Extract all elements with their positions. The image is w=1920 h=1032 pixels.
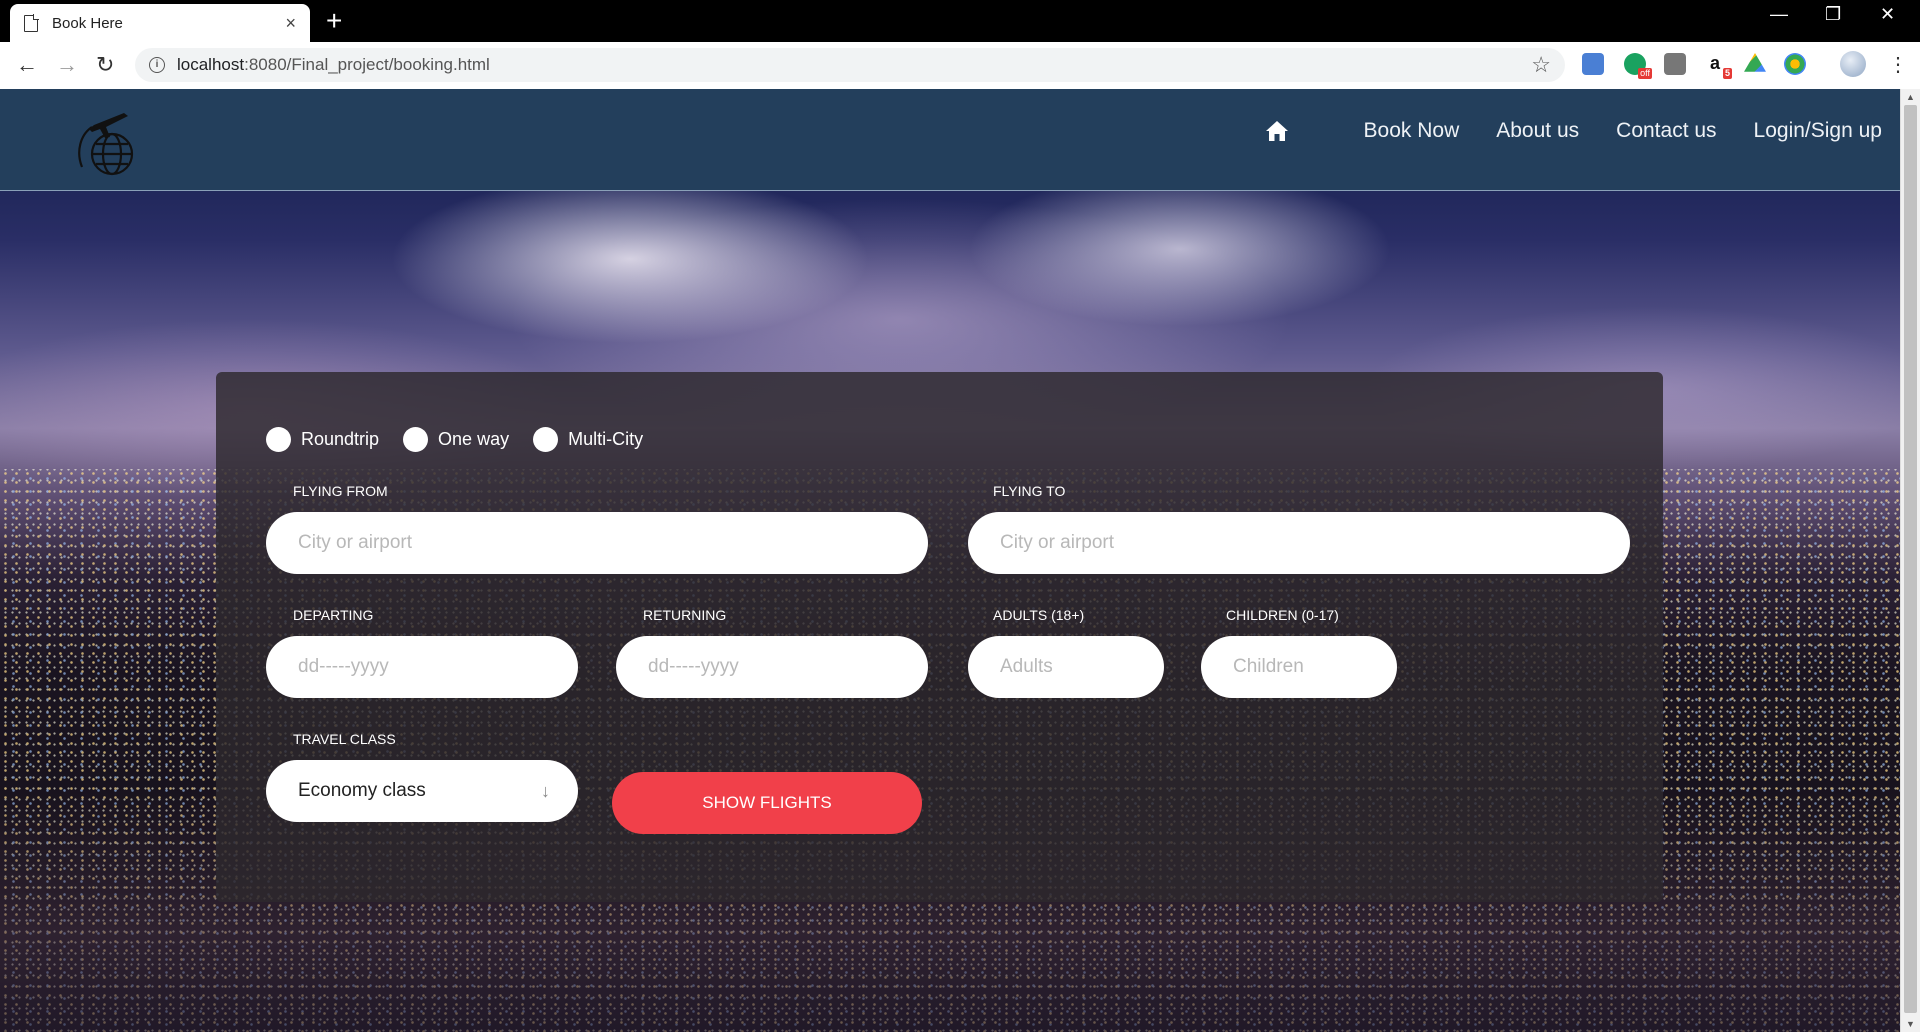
- drive-extension-icon[interactable]: [1744, 53, 1766, 72]
- photos-extension-icon[interactable]: [1784, 53, 1806, 75]
- home-icon[interactable]: [1265, 120, 1289, 142]
- tab-close-icon[interactable]: ×: [285, 13, 296, 34]
- grammar-extension-icon[interactable]: off: [1624, 53, 1652, 79]
- scroll-down-icon[interactable]: ▼: [1906, 1019, 1915, 1029]
- scroll-up-icon[interactable]: ▲: [1906, 92, 1915, 102]
- page-viewport: Book Now About us Contact us Login/Sign …: [0, 89, 1900, 1032]
- browser-toolbar: ← → ↻ i localhost:8080/Final_project/boo…: [0, 42, 1920, 89]
- browser-tab-bar: Book Here × + — ❐ ✕: [0, 0, 1920, 42]
- radio-circle[interactable]: [266, 427, 291, 452]
- radio-circle[interactable]: [533, 427, 559, 452]
- page-scrollbar[interactable]: ▲ ▼: [1900, 89, 1920, 1032]
- radio-roundtrip[interactable]: Roundtrip: [266, 427, 379, 452]
- returning-label: Returning: [643, 607, 727, 623]
- radio-label: One way: [438, 429, 510, 449]
- translate-extension-icon[interactable]: [1582, 53, 1604, 75]
- minimize-icon[interactable]: —: [1770, 4, 1788, 25]
- site-navbar: Book Now About us Contact us Login/Sign …: [0, 89, 1900, 191]
- radio-label: Roundtrip: [301, 429, 380, 449]
- departing-date-input[interactable]: [298, 656, 546, 678]
- booking-form: Roundtrip One way Multi-City Flying from…: [216, 372, 1663, 902]
- departing-label: Departing: [293, 607, 374, 623]
- dropdown-arrow-icon: ↓: [541, 781, 550, 801]
- travel-class-label: Travel class: [293, 731, 396, 747]
- amazon-extension-icon[interactable]: a5: [1704, 53, 1732, 79]
- restore-icon[interactable]: ❐: [1825, 4, 1841, 25]
- profile-avatar[interactable]: [1840, 51, 1866, 77]
- radio-label: Multi-City: [568, 429, 644, 449]
- trip-type-radio-group: Roundtrip One way Multi-City: [266, 427, 667, 452]
- children-label: Children (0-17): [1226, 607, 1339, 623]
- children-input[interactable]: [1233, 656, 1365, 678]
- nav-link-book-now[interactable]: Book Now: [1364, 119, 1460, 143]
- flying-to-field[interactable]: [968, 512, 1630, 574]
- document-icon: [24, 13, 39, 32]
- returning-date-input[interactable]: [648, 656, 896, 678]
- close-window-icon[interactable]: ✕: [1880, 4, 1895, 25]
- radio-multi-city[interactable]: Multi-City: [533, 427, 643, 452]
- address-bar[interactable]: i localhost:8080/Final_project/booking.h…: [135, 48, 1565, 82]
- children-field[interactable]: [1201, 636, 1397, 698]
- nav-link-about-us[interactable]: About us: [1496, 119, 1579, 143]
- adults-field[interactable]: [968, 636, 1164, 698]
- flying-from-field[interactable]: [266, 512, 928, 574]
- airline-globe-logo: [78, 113, 134, 176]
- bookmark-star-icon[interactable]: ☆: [1531, 52, 1551, 78]
- scrollbar-thumb[interactable]: [1904, 105, 1917, 1013]
- travel-class-select[interactable]: Economy class ↓: [266, 760, 578, 822]
- radio-one-way[interactable]: One way: [403, 427, 509, 452]
- reload-icon[interactable]: ↻: [96, 50, 114, 80]
- flying-from-label: Flying from: [293, 483, 388, 499]
- menu-kebab-icon[interactable]: ⋮: [1888, 50, 1908, 80]
- nav-link-login-signup[interactable]: Login/Sign up: [1754, 119, 1882, 143]
- flying-to-label: Flying to: [993, 483, 1066, 499]
- adults-input[interactable]: [1000, 656, 1132, 678]
- flying-from-input[interactable]: [298, 532, 896, 554]
- returning-field[interactable]: [616, 636, 928, 698]
- keep-extension-icon[interactable]: [1664, 53, 1686, 75]
- nav-link-contact-us[interactable]: Contact us: [1616, 119, 1716, 143]
- radio-circle[interactable]: [403, 427, 429, 452]
- site-info-icon[interactable]: i: [149, 57, 165, 73]
- back-icon[interactable]: ←: [16, 50, 38, 80]
- travel-class-value: Economy class: [298, 780, 426, 801]
- url-text[interactable]: localhost:8080/Final_project/booking.htm…: [177, 55, 1531, 75]
- nav-links: Book Now About us Contact us Login/Sign …: [1265, 119, 1882, 143]
- tab-title: Book Here: [52, 14, 123, 32]
- show-flights-button[interactable]: Show flights: [612, 772, 922, 834]
- forward-icon[interactable]: →: [56, 50, 78, 80]
- new-tab-button[interactable]: +: [326, 6, 342, 36]
- browser-tab[interactable]: Book Here ×: [10, 4, 310, 42]
- flying-to-input[interactable]: [1000, 532, 1598, 554]
- adults-label: Adults (18+): [993, 607, 1085, 623]
- departing-field[interactable]: [266, 636, 578, 698]
